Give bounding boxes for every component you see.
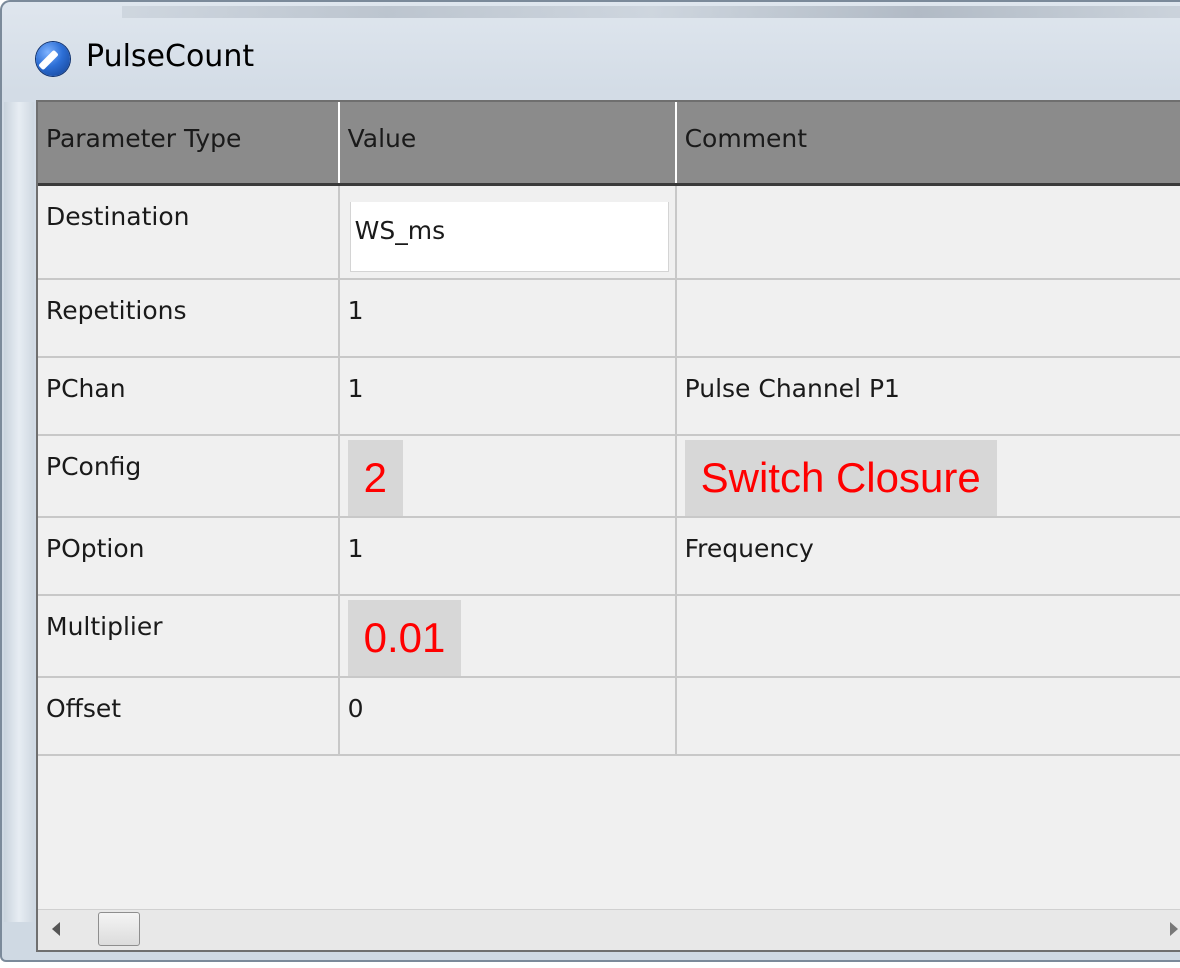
title-bar[interactable]: PulseCount — [2, 2, 1180, 98]
cell-comment[interactable] — [675, 676, 1180, 756]
cell-value[interactable]: 0.01 — [338, 594, 677, 678]
window-title: PulseCount — [86, 39, 255, 74]
parameter-table: Parameter Type Value Comment Destination… — [38, 102, 1180, 756]
cell-parameter-type[interactable]: PConfig — [38, 434, 340, 518]
cell-comment[interactable] — [675, 594, 1180, 678]
column-header-parameter-type[interactable]: Parameter Type — [38, 102, 340, 186]
cell-value[interactable]: 1 — [338, 278, 677, 358]
scroll-right-arrow-icon[interactable] — [1170, 922, 1178, 936]
cell-parameter-type[interactable]: Offset — [38, 676, 340, 756]
table-row-destination: Destination WS_ms — [38, 184, 1180, 280]
cell-comment[interactable]: Switch Closure — [675, 434, 1180, 518]
cell-value-editing[interactable]: WS_ms — [338, 184, 677, 280]
window-frame-edge — [4, 102, 34, 922]
cell-parameter-type[interactable]: Multiplier — [38, 594, 340, 678]
cell-value[interactable]: 1 — [338, 356, 677, 436]
pulsecount-window: PulseCount Parameter Type Value Comment … — [0, 0, 1180, 962]
app-pencil-icon — [36, 42, 70, 76]
value-edit-input[interactable]: WS_ms — [349, 201, 669, 272]
table-row-multiplier: Multiplier 0.01 — [38, 594, 1180, 678]
cell-parameter-type[interactable]: PChan — [38, 356, 340, 436]
table-header-row: Parameter Type Value Comment — [38, 102, 1180, 186]
table-row-offset: Offset 0 — [38, 676, 1180, 756]
cell-parameter-type[interactable]: POption — [38, 516, 340, 596]
cell-value[interactable]: 2 — [338, 434, 677, 518]
highlighted-comment: Switch Closure — [684, 439, 997, 515]
cell-comment[interactable] — [675, 278, 1180, 358]
highlighted-value: 2 — [347, 439, 403, 515]
table-row-poption: POption 1 Frequency — [38, 516, 1180, 596]
cell-value[interactable]: 0 — [338, 676, 677, 756]
cell-comment[interactable] — [675, 184, 1180, 280]
table-row-pchan: PChan 1 Pulse Channel P1 — [38, 356, 1180, 436]
column-header-value[interactable]: Value — [338, 102, 677, 186]
scroll-left-arrow-icon[interactable] — [52, 922, 60, 936]
cell-comment[interactable]: Frequency — [675, 516, 1180, 596]
cell-parameter-type[interactable]: Destination — [38, 184, 340, 280]
parameter-grid: Parameter Type Value Comment Destination… — [36, 100, 1180, 952]
column-header-comment[interactable]: Comment — [675, 102, 1180, 186]
table-row-pconfig: PConfig 2 Switch Closure — [38, 434, 1180, 518]
table-row-repetitions: Repetitions 1 — [38, 278, 1180, 358]
cell-comment[interactable]: Pulse Channel P1 — [675, 356, 1180, 436]
title-glass-band — [122, 6, 1180, 18]
cell-value[interactable]: 1 — [338, 516, 677, 596]
cell-parameter-type[interactable]: Repetitions — [38, 278, 340, 358]
highlighted-value: 0.01 — [347, 599, 462, 675]
scroll-thumb[interactable] — [98, 912, 140, 946]
horizontal-scrollbar[interactable] — [38, 909, 1180, 950]
